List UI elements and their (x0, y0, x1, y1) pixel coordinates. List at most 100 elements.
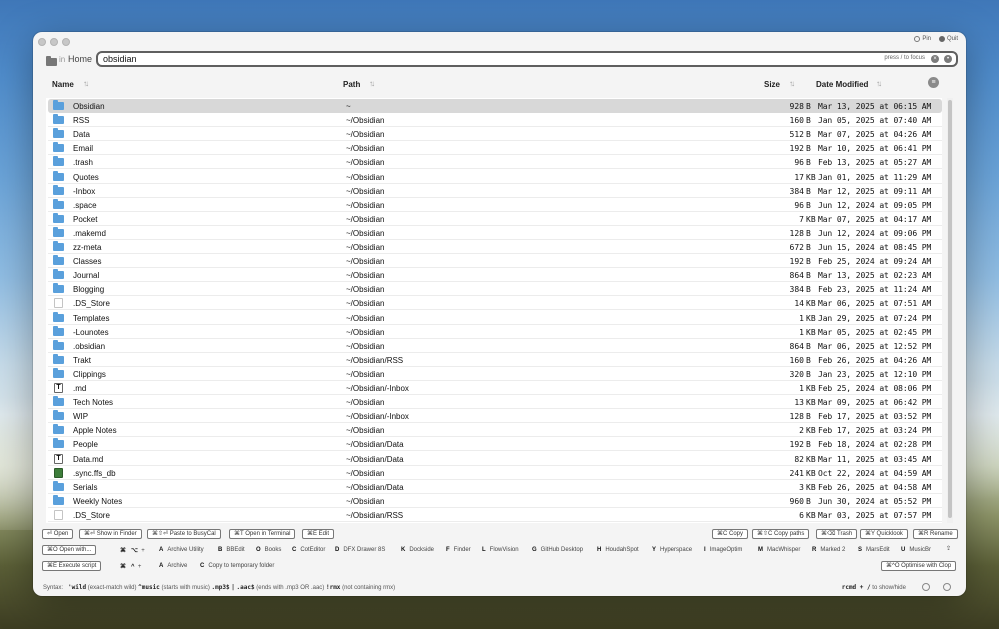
table-row[interactable]: RSS ~/Obsidian 160 B Jan 05, 2025 at 07:40 A… (48, 113, 942, 128)
open-with-app-item[interactable]: F Finder (446, 547, 471, 553)
file-name: Obsidian (73, 102, 105, 111)
open-with-app-item[interactable]: C CotEditor (292, 547, 325, 553)
table-row[interactable]: People ~/Obsidian/Data 192 B Feb 18, 2024 at… (48, 437, 942, 452)
table-row[interactable]: Quotes ~/Obsidian 17 KB Jan 01, 2025 at 11:2… (48, 170, 942, 184)
open-with-app-item[interactable]: I ImageOptim (704, 547, 742, 553)
table-row[interactable]: .space ~/Obsidian 96 B Jun 12, 2024 at 09:05… (48, 198, 942, 212)
filter-icon[interactable]: ≡ (928, 77, 939, 88)
optimise-with-clop-button[interactable]: ⌘^O Optimise with Clop (881, 561, 957, 571)
minimize-window-button[interactable] (50, 38, 58, 46)
table-row[interactable]: .DS_Store ~/Obsidian 14 KB Mar 06, 2025 at 0… (48, 296, 942, 311)
refresh-icon[interactable] (922, 583, 930, 591)
open-with-app-item[interactable]: Y Hyperspace (652, 547, 692, 553)
trash-button[interactable]: ⌘⌫ Trash (816, 529, 858, 539)
open-in-terminal-button[interactable]: ⌘T Open in Terminal (229, 529, 296, 539)
close-window-button[interactable] (38, 38, 46, 46)
settings-icon[interactable] (943, 583, 951, 591)
table-row[interactable]: zz-meta ~/Obsidian 672 B Jun 15, 2024 at 08:… (48, 240, 942, 254)
column-size[interactable]: Size (764, 80, 780, 89)
quit-button[interactable]: Quit (938, 36, 958, 42)
table-row[interactable]: .DS_Store ~/Obsidian/RSS 6 KB Mar 03, 2025 a… (48, 508, 942, 522)
app-name: Finder (453, 547, 471, 553)
sort-name-icon[interactable]: ↑↓ (83, 79, 89, 88)
search-scope[interactable]: Home (68, 54, 92, 64)
zoom-window-button[interactable] (62, 38, 70, 46)
table-row[interactable]: Classes ~/Obsidian 192 B Feb 25, 2024 at 09:… (48, 254, 942, 269)
show-in-finder-button[interactable]: ⌘⏎ Show in Finder (79, 529, 142, 539)
results-list: Obsidian ~928 B Mar 13, 2025 at 06:15 AM RSS… (46, 98, 942, 523)
table-row[interactable]: .sync.ffs_db ~/Obsidian 241 KB Oct 22, 2024 … (48, 466, 942, 480)
edit-button[interactable]: ⌘E Edit (302, 529, 335, 539)
open-with-app-item[interactable]: M MacWhisper (758, 547, 800, 553)
open-with-app-item[interactable]: R Marked 2 (812, 547, 845, 553)
scrollbar[interactable] (947, 98, 953, 523)
table-row[interactable]: Serials ~/Obsidian/Data 3 KB Feb 26, 2025 at… (48, 480, 942, 494)
search-options-icon[interactable]: • (944, 55, 952, 63)
open-with-app-item[interactable]: H HoudahSpot (597, 547, 639, 553)
syntax-separator: | (231, 584, 235, 591)
toggle-hint: rcmd + / to show/hide (842, 584, 906, 591)
table-row[interactable]: Pocket ~/Obsidian 7 KB Mar 07, 2025 at 04:17… (48, 212, 942, 226)
open-with-app-item[interactable]: A Archive Utility (159, 547, 204, 553)
table-row[interactable]: T Data.md ~/Obsidian/Data 82 KB Mar 11, 2025 … (48, 452, 942, 466)
open-with-app-item[interactable]: U MusicBr (901, 547, 931, 553)
sort-size-icon[interactable]: ↑↓ (789, 79, 795, 88)
table-row[interactable]: Trakt ~/Obsidian/RSS 160 B Feb 26, 2025 at 0… (48, 353, 942, 367)
table-row[interactable]: Tech Notes ~/Obsidian 13 KB Mar 09, 2025 at … (48, 395, 942, 410)
copy-button[interactable]: ⌘C Copy (712, 529, 749, 539)
open-with-app-item[interactable]: D DFX Drawer 8S (335, 547, 385, 553)
open-with-button[interactable]: ⌘O Open with... (42, 545, 97, 555)
file-size: 13 (794, 398, 804, 408)
sort-date-icon[interactable]: ↑↓ (876, 79, 882, 88)
table-row[interactable]: WIP ~/Obsidian/-Inbox 128 B Feb 17, 2025 at … (48, 409, 942, 424)
column-name[interactable]: Name (52, 80, 74, 89)
archive-action[interactable]: A Archive (159, 563, 187, 569)
table-row[interactable]: T .md ~/Obsidian/-Inbox 1 KB Feb 25, 2024 at … (48, 381, 942, 395)
copy-temp-action[interactable]: C Copy to temporary folder (200, 563, 274, 569)
table-row[interactable]: Data ~/Obsidian 512 B Mar 07, 2025 at 04:26 … (48, 127, 942, 142)
open-with-app-item[interactable]: G GitHub Desktop (532, 547, 583, 553)
sort-path-icon[interactable]: ↑↓ (369, 79, 375, 88)
table-row[interactable]: Blogging ~/Obsidian 384 B Feb 23, 2025 at 11… (48, 282, 942, 297)
file-path: ~/Obsidian (346, 496, 385, 506)
open-with-app-item[interactable]: K Dockside (401, 547, 434, 553)
table-row[interactable]: Weekly Notes ~/Obsidian 960 B Jun 30, 2024 a… (48, 494, 942, 508)
table-row[interactable]: Email ~/Obsidian 192 B Mar 10, 2025 at 06:41… (48, 141, 942, 156)
paste-to-busycal-button[interactable]: ⌘⇧⏎ Paste to BusyCal (147, 529, 221, 539)
open-with-app-item[interactable]: O Books (256, 547, 281, 553)
table-row[interactable]: Obsidian ~928 B Mar 13, 2025 at 06:15 AM (48, 99, 942, 113)
rename-button[interactable]: ⌘R Rename (913, 529, 958, 539)
search-input[interactable]: obsidian press / to focus × • (96, 51, 958, 67)
table-row[interactable]: .obsidian ~/Obsidian 864 B Mar 06, 2025 at 1… (48, 339, 942, 353)
file-size: 6 (799, 510, 804, 520)
open-with-app-item[interactable]: S MarsEdit (858, 547, 890, 553)
file-size-unit: B (806, 243, 811, 252)
shortcut-key: K (401, 547, 406, 553)
table-row[interactable]: Journal ~/Obsidian 864 B Mar 13, 2025 at 02:… (48, 268, 942, 283)
table-row[interactable]: .trash ~/Obsidian 96 B Feb 13, 2025 at 05:27… (48, 155, 942, 170)
open-with-app-item[interactable]: L FlowVision (482, 547, 519, 553)
column-date[interactable]: Date Modified (816, 80, 868, 89)
share-icon[interactable]: ⇪ (944, 545, 953, 555)
shortcut-key: C (292, 547, 297, 553)
pin-button[interactable]: Pin (914, 36, 931, 42)
clear-search-icon[interactable]: × (931, 55, 939, 63)
quit-icon (938, 36, 945, 42)
column-path[interactable]: Path (343, 80, 360, 89)
table-row[interactable]: .makemd ~/Obsidian 128 B Jun 12, 2024 at 09:… (48, 226, 942, 240)
file-size: 864 (789, 341, 804, 351)
open-with-app-item[interactable]: B BBEdit (218, 547, 245, 553)
search-query[interactable]: obsidian (103, 54, 137, 64)
file-size-unit: KB (806, 384, 816, 393)
open-button[interactable]: ⏎ Open (42, 529, 74, 539)
quicklook-button[interactable]: ⌘Y Quicklook (860, 529, 908, 539)
table-row[interactable]: Templates ~/Obsidian 1 KB Jan 29, 2025 at 07… (48, 311, 942, 325)
table-row[interactable]: -Lounotes ~/Obsidian 1 KB Mar 05, 2025 at 02… (48, 325, 942, 339)
table-row[interactable]: Apple Notes ~/Obsidian 2 KB Feb 17, 2025 at … (48, 423, 942, 438)
execute-script-button[interactable]: ⌘E Execute script (42, 561, 102, 571)
copy-paths-button[interactable]: ⌘⇧C Copy paths (752, 529, 810, 539)
file-size: 192 (789, 257, 804, 267)
table-row[interactable]: -Inbox ~/Obsidian 384 B Mar 12, 2025 at 09:1… (48, 184, 942, 198)
table-row[interactable]: Clippings ~/Obsidian 320 B Jan 23, 2025 at 1… (48, 367, 942, 381)
scrollbar-thumb[interactable] (948, 100, 952, 518)
